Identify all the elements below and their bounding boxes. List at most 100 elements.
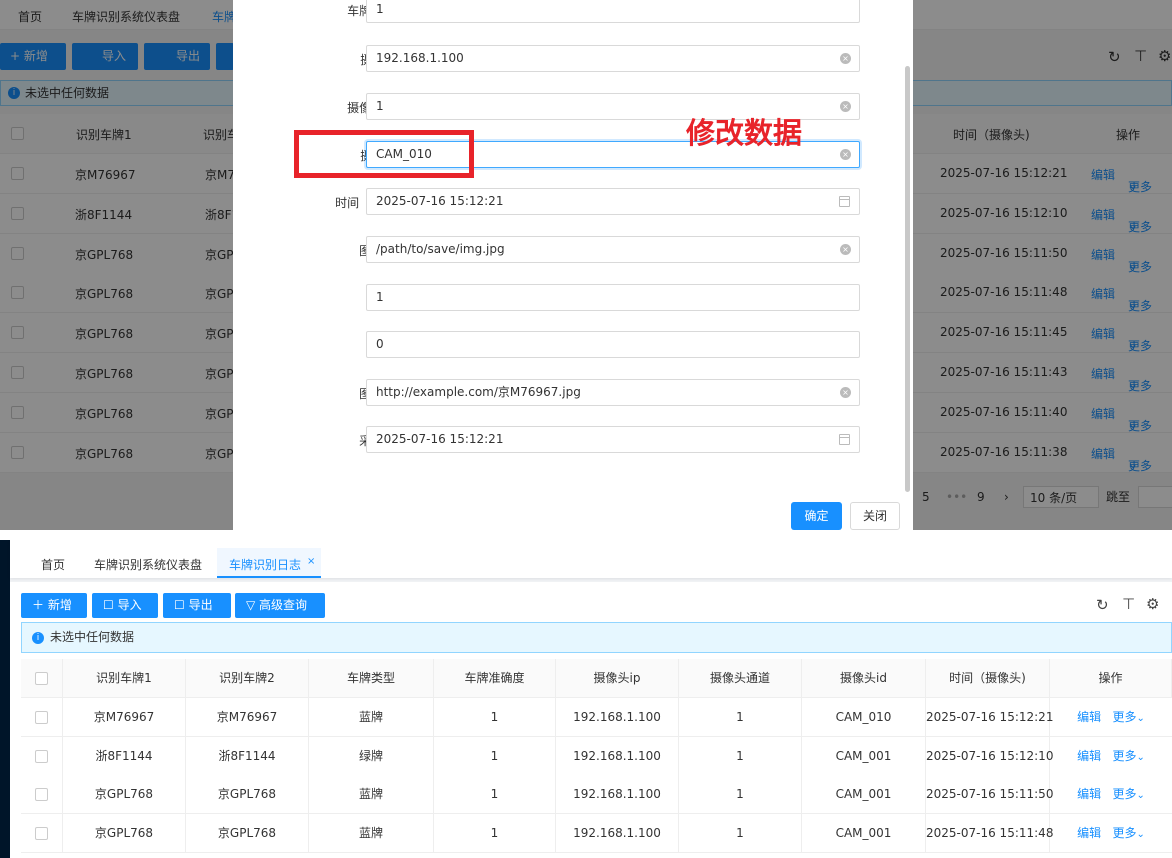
close-button[interactable]: 关闭 bbox=[850, 502, 900, 530]
table-cell: 蓝牌 bbox=[309, 813, 434, 853]
refresh-icon[interactable]: ↻ bbox=[1096, 596, 1109, 614]
column-header[interactable]: 识别车牌1 bbox=[63, 659, 186, 698]
actions-cell: 编辑 更多⌄ bbox=[1050, 775, 1172, 814]
edit-link[interactable]: 编辑 bbox=[1077, 710, 1101, 724]
sidebar bbox=[0, 540, 10, 858]
table-cell: 1 bbox=[434, 736, 556, 776]
table-cell: 2025-07-16 15:12:21 bbox=[926, 698, 1053, 737]
column-height-icon[interactable]: ⊤ bbox=[1122, 595, 1135, 613]
modal-scrollbar[interactable] bbox=[905, 66, 910, 492]
add-button[interactable]: ＋ 新增 bbox=[21, 593, 87, 618]
select-all-cell bbox=[21, 659, 63, 698]
more-link[interactable]: 更多⌄ bbox=[1113, 826, 1145, 840]
table-cell: 192.168.1.100 bbox=[556, 736, 679, 776]
selection-alert: i 未选中任何数据 bbox=[21, 622, 1172, 653]
table-cell: CAM_001 bbox=[802, 813, 926, 853]
edit-link[interactable]: 编辑 bbox=[1077, 787, 1101, 801]
table-cell: 1 bbox=[434, 698, 556, 737]
column-header[interactable]: 识别车牌2 bbox=[186, 659, 309, 698]
import-button[interactable]: ☐ 导入 bbox=[92, 593, 158, 618]
field-input[interactable]: 1 bbox=[366, 0, 860, 23]
plus-icon: ＋ bbox=[32, 598, 48, 612]
more-link[interactable]: 更多⌄ bbox=[1113, 749, 1145, 763]
more-link[interactable]: 更多⌄ bbox=[1113, 787, 1145, 801]
actions-cell: 编辑 更多⌄ bbox=[1050, 737, 1172, 776]
table-cell: 京GPL768 bbox=[186, 813, 309, 853]
column-header[interactable]: 车牌准确度 bbox=[434, 659, 556, 698]
more-link[interactable]: 更多⌄ bbox=[1113, 710, 1145, 724]
calendar-icon[interactable] bbox=[839, 434, 850, 445]
table-cell: 2025-07-16 15:11:48 bbox=[926, 813, 1053, 853]
table-cell: 1 bbox=[434, 775, 556, 814]
edit-link[interactable]: 编辑 bbox=[1077, 749, 1101, 763]
table-row[interactable]: 京GPL768 京GPL768 蓝牌 1 192.168.1.100 1 CAM_001 20… bbox=[21, 775, 1172, 814]
table-cell: 京GPL768 bbox=[63, 775, 186, 814]
field-input[interactable]: 1 bbox=[366, 284, 860, 311]
field-input[interactable]: 2025-07-16 15:12:21 bbox=[366, 188, 860, 215]
table-row[interactable]: 京M76967 京M76967 蓝牌 1 192.168.1.100 1 CAM_010 20… bbox=[21, 698, 1172, 737]
field-input[interactable]: http://example.com/京M76967.jpg × bbox=[366, 379, 860, 406]
field-input[interactable]: /path/to/save/img.jpg × bbox=[366, 236, 860, 263]
field-input[interactable]: 2025-07-16 15:12:21 bbox=[366, 426, 860, 453]
column-header[interactable]: 时间（摄像头) bbox=[926, 659, 1050, 698]
ok-button[interactable]: 确定 bbox=[791, 502, 842, 530]
table-cell: 192.168.1.100 bbox=[556, 813, 679, 853]
clear-icon[interactable]: × bbox=[840, 244, 851, 255]
export-icon: ☐ bbox=[174, 598, 189, 612]
table-cell: 1 bbox=[434, 813, 556, 853]
tab-dashboard[interactable]: 车牌识别系统仪表盘 bbox=[94, 556, 202, 573]
select-all-checkbox[interactable] bbox=[35, 672, 48, 685]
actions-cell: 编辑 更多⌄ bbox=[1050, 814, 1172, 853]
checkbox-cell bbox=[21, 736, 63, 776]
clear-icon[interactable]: × bbox=[840, 101, 851, 112]
calendar-icon[interactable] bbox=[839, 196, 850, 207]
column-header[interactable]: 摄像头id bbox=[802, 659, 926, 698]
field-input[interactable]: 0 bbox=[366, 331, 860, 358]
row-checkbox[interactable] bbox=[35, 749, 48, 763]
table-row[interactable]: 京GPL768 京GPL768 蓝牌 1 192.168.1.100 1 CAM_001 20… bbox=[21, 813, 1172, 853]
table-cell: 1 bbox=[679, 736, 802, 776]
actions-cell: 编辑 更多⌄ bbox=[1050, 698, 1172, 737]
edit-link[interactable]: 编辑 bbox=[1077, 826, 1101, 840]
table-cell: 1 bbox=[679, 698, 802, 737]
column-header[interactable]: 车牌类型 bbox=[309, 659, 434, 698]
checkbox-cell bbox=[21, 813, 63, 853]
table-cell: 京GPL768 bbox=[63, 813, 186, 853]
column-header[interactable]: 摄像头通道 bbox=[679, 659, 802, 698]
more-tabs-icon[interactable]: ⋮ bbox=[1168, 552, 1172, 566]
chevron-down-icon: ⌄ bbox=[1136, 751, 1145, 763]
clear-icon[interactable]: × bbox=[840, 387, 851, 398]
checkbox-cell bbox=[21, 698, 63, 737]
clear-icon[interactable]: × bbox=[840, 149, 851, 160]
column-header[interactable]: 操作 bbox=[1050, 659, 1172, 698]
table-cell: 1 bbox=[679, 775, 802, 814]
clear-icon[interactable]: × bbox=[840, 53, 851, 64]
table-cell: 浙8F1144 bbox=[186, 736, 309, 776]
row-checkbox[interactable] bbox=[35, 788, 48, 801]
annotation-highlight-box bbox=[294, 130, 474, 178]
table-cell: 京M76967 bbox=[63, 698, 186, 737]
advanced-query-button[interactable]: ▽ 高级查询 bbox=[235, 593, 325, 618]
column-header[interactable]: 摄像头ip bbox=[556, 659, 679, 698]
row-checkbox[interactable] bbox=[35, 826, 48, 840]
table-cell: 192.168.1.100 bbox=[556, 775, 679, 814]
tab-home[interactable]: 首页 bbox=[41, 556, 65, 573]
table-cell: CAM_010 bbox=[802, 698, 926, 737]
row-checkbox[interactable] bbox=[35, 711, 48, 724]
table-cell: 京GPL768 bbox=[186, 775, 309, 814]
tab-plate-log-active[interactable]: 车牌识别日志 × bbox=[217, 548, 321, 578]
import-icon: ☐ bbox=[103, 598, 118, 612]
tab-close-icon[interactable]: × bbox=[307, 556, 315, 567]
table-row[interactable]: 浙8F1144 浙8F1144 绿牌 1 192.168.1.100 1 CAM_001 20… bbox=[21, 736, 1172, 776]
field-input[interactable]: 192.168.1.100 × bbox=[366, 45, 860, 72]
table-cell: 绿牌 bbox=[309, 736, 434, 776]
settings-icon[interactable]: ⚙ bbox=[1146, 595, 1159, 613]
chevron-down-icon: ⌄ bbox=[1136, 828, 1145, 840]
table-cell: 1 bbox=[679, 813, 802, 853]
table-cell: 蓝牌 bbox=[309, 775, 434, 814]
table-cell: 2025-07-16 15:11:50 bbox=[926, 775, 1053, 814]
export-button[interactable]: ☐ 导出 bbox=[163, 593, 231, 618]
bottom-tab-bar: 首页 车牌识别系统仪表盘 车牌识别日志 × ⋮ bbox=[10, 540, 1172, 578]
bottom-screenshot-panel: 首页 车牌识别系统仪表盘 车牌识别日志 × ⋮ ＋ 新增 ☐ 导入 ☐ 导出 ▽… bbox=[0, 540, 1172, 858]
info-icon: i bbox=[32, 632, 44, 644]
